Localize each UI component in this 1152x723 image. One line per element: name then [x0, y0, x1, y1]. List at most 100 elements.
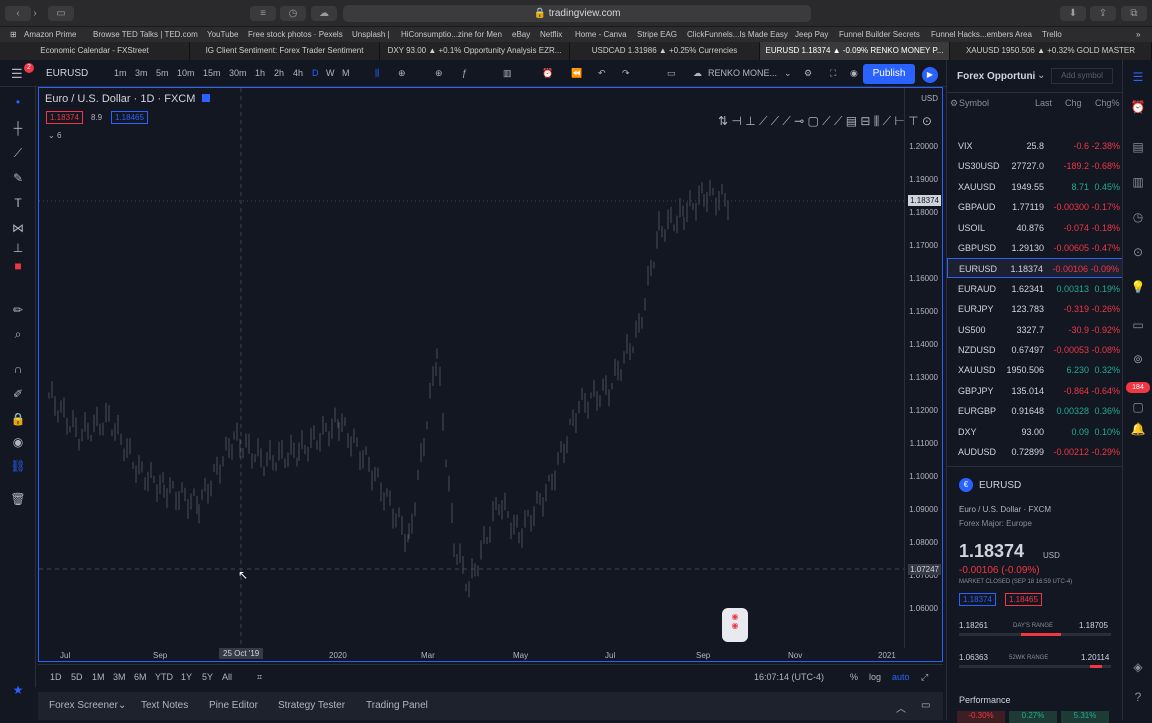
- play-icon[interactable]: ▶: [922, 67, 938, 83]
- star-icon[interactable]: ★: [10, 683, 26, 697]
- alerts-icon[interactable]: ⏰: [1130, 100, 1146, 116]
- icloud-icon[interactable]: ☁: [311, 6, 337, 21]
- color-icon[interactable]: ■: [10, 259, 26, 273]
- stay-drawing-icon[interactable]: ✐: [10, 387, 26, 401]
- alert-icon[interactable]: ⏰: [542, 68, 553, 79]
- tabs-overview-icon[interactable]: ⧉: [1121, 6, 1147, 21]
- watchlist-row[interactable]: EURAUD 1.62341 0.00313 0.19%: [947, 279, 1123, 299]
- browser-tab[interactable]: Economic Calendar - FXStreet: [0, 42, 190, 60]
- timeframe-button[interactable]: M: [342, 68, 350, 78]
- share-icon[interactable]: ⇪: [1090, 6, 1116, 21]
- bookmark-item[interactable]: HiConsumptio...zine for Men: [401, 30, 502, 39]
- watchlist-row[interactable]: VIX 25.8 -0.6 -2.38%: [947, 136, 1123, 156]
- hotlists-icon[interactable]: ▥: [1130, 175, 1146, 191]
- watchlist-row[interactable]: XAUUSD 1950.506 6.230 0.32%: [947, 360, 1123, 380]
- bookmark-item[interactable]: Home - Canva: [575, 30, 627, 39]
- layers-icon[interactable]: ◈: [1130, 660, 1146, 676]
- data-window-icon[interactable]: ▤: [1130, 140, 1146, 156]
- bookmark-item[interactable]: Jeep Pay: [795, 30, 828, 39]
- chart-pane[interactable]: Euro / U.S. Dollar · 1D · FXCM 1.18374 8…: [38, 87, 943, 662]
- watchlist-name[interactable]: Forex Opportuni: [957, 71, 1035, 82]
- watchlist-row[interactable]: GBPJPY 135.014 -0.864 -0.64%: [947, 381, 1123, 401]
- bookmark-item[interactable]: Amazon Prime: [24, 30, 76, 39]
- browser-tab[interactable]: USDCAD 1.31986 ▲ +0.25% Currencies: [570, 42, 760, 60]
- browser-tab[interactable]: DXY 93.00 ▲ +0.1% Opportunity Analysis E…: [380, 42, 570, 60]
- range-button[interactable]: 5D: [71, 672, 83, 682]
- range-button[interactable]: 6M: [134, 672, 147, 682]
- percent-toggle[interactable]: %: [850, 672, 858, 682]
- tab-pine-editor[interactable]: Pine Editor: [209, 700, 258, 711]
- range-button[interactable]: 1D: [50, 672, 62, 682]
- settings-icon[interactable]: ⚙: [804, 68, 812, 79]
- publish-button[interactable]: Publish: [863, 64, 915, 84]
- pattern-icon[interactable]: ⋈: [10, 221, 26, 235]
- ideas-icon[interactable]: ⊙: [1130, 245, 1146, 261]
- column-last[interactable]: Last: [1035, 98, 1052, 108]
- layout-name[interactable]: RENKO MONE...: [708, 68, 777, 78]
- bookmark-item[interactable]: Trello: [1042, 30, 1062, 39]
- range-button[interactable]: 5Y: [202, 672, 213, 682]
- auto-toggle[interactable]: auto: [892, 672, 910, 682]
- fullscreen-icon[interactable]: ⛶: [830, 68, 836, 79]
- timeframe-button[interactable]: 2h: [274, 68, 284, 78]
- lightbulb-icon[interactable]: 💡: [1130, 280, 1146, 296]
- flag-icon[interactable]: [202, 94, 211, 102]
- chat-icon[interactable]: ▭: [1130, 318, 1146, 334]
- timeframe-button[interactable]: 4h: [293, 68, 303, 78]
- goto-date-icon[interactable]: ⌗: [257, 672, 262, 683]
- column-chg[interactable]: Chg: [1065, 98, 1082, 108]
- text-icon[interactable]: T: [10, 196, 26, 210]
- bookmark-item[interactable]: eBay: [512, 30, 530, 39]
- clock-icon[interactable]: ◷: [1130, 210, 1146, 226]
- watchlist-row[interactable]: NZDUSD 0.67497 -0.00053 -0.08%: [947, 340, 1123, 360]
- timeframe-button[interactable]: 1h: [255, 68, 265, 78]
- range-button[interactable]: All: [222, 672, 232, 682]
- snapshot-icon[interactable]: ◉: [850, 68, 858, 79]
- timeframe-button[interactable]: 15m: [203, 68, 221, 78]
- range-button[interactable]: 3M: [113, 672, 126, 682]
- bookmark-item[interactable]: Funnel Builder Secrets: [839, 30, 920, 39]
- bookmark-item[interactable]: Netflix: [540, 30, 562, 39]
- bookmark-item[interactable]: Unsplash |: [352, 30, 390, 39]
- browser-tab-active[interactable]: EURUSD 1.18374 ▲ -0.09% RENKO MONEY P...: [760, 42, 950, 60]
- cloud-icon[interactable]: ☁: [693, 68, 702, 79]
- browser-tab[interactable]: XAUUSD 1950.506 ▲ +0.32% GOLD MASTER: [950, 42, 1152, 60]
- bookmark-item[interactable]: Browse TED Talks | TED.com: [93, 30, 198, 39]
- trading-panel-widget-icon[interactable]: ◉ ◉: [722, 608, 748, 642]
- trendline-icon[interactable]: ⟋: [10, 146, 26, 160]
- bookmark-item[interactable]: Funnel Hacks...embers Area: [931, 30, 1032, 39]
- eye-icon[interactable]: ◉: [10, 435, 26, 449]
- chevron-down-icon[interactable]: ⌄: [784, 68, 792, 79]
- bookmark-item[interactable]: ClickFunnels...Is Made Easy: [687, 30, 788, 39]
- collapse-icon[interactable]: ︿: [896, 700, 906, 715]
- watchlist-row[interactable]: USOIL 40.876 -0.074 -0.18%: [947, 218, 1123, 238]
- watchlist-row[interactable]: EURJPY 123.783 -0.319 -0.26%: [947, 299, 1123, 319]
- history-icon[interactable]: ◷: [280, 6, 306, 21]
- maximize-panel-icon[interactable]: ▭: [921, 700, 930, 711]
- brush-icon[interactable]: ✎: [10, 171, 26, 185]
- watchlist-row[interactable]: XAUUSD 1949.55 8.71 0.45%: [947, 177, 1123, 197]
- tab-trading-panel[interactable]: Trading Panel: [366, 700, 428, 711]
- forecast-icon[interactable]: ⊥: [10, 241, 26, 255]
- timeframe-button[interactable]: 30m: [229, 68, 247, 78]
- details-ask[interactable]: 1.18465: [1005, 593, 1042, 606]
- watchlist-row[interactable]: GBPAUD 1.77119 -0.00300 -0.17%: [947, 197, 1123, 217]
- crosshair-icon[interactable]: ┼: [10, 121, 26, 135]
- browser-tab[interactable]: IG Client Sentiment: Forex Trader Sentim…: [190, 42, 380, 60]
- bookmark-item[interactable]: Free stock photos · Pexels: [248, 30, 343, 39]
- timeframe-button[interactable]: 1m: [114, 68, 127, 78]
- redo-icon[interactable]: ↷: [622, 68, 630, 79]
- watchlist-icon[interactable]: ☰: [1130, 70, 1146, 86]
- reader-icon[interactable]: ≡: [250, 6, 276, 21]
- grid-icon[interactable]: ⊞: [10, 30, 17, 39]
- sidebar-icon[interactable]: ▭: [48, 6, 74, 21]
- chat-bubble-icon[interactable]: ▢: [1130, 400, 1146, 416]
- zoom-icon[interactable]: ⌕: [10, 327, 26, 341]
- watchlist-row[interactable]: US30USD 27727.0 -189.2 -0.68%: [947, 156, 1123, 176]
- column-symbol[interactable]: Symbol: [959, 98, 989, 108]
- menu-icon[interactable]: ☰: [11, 66, 23, 82]
- buy-button[interactable]: 1.18465: [111, 111, 148, 124]
- details-bid[interactable]: 1.18374: [959, 593, 996, 606]
- indicators-toggle[interactable]: ⌄ 6: [48, 131, 61, 140]
- details-symbol[interactable]: EURUSD: [979, 480, 1021, 491]
